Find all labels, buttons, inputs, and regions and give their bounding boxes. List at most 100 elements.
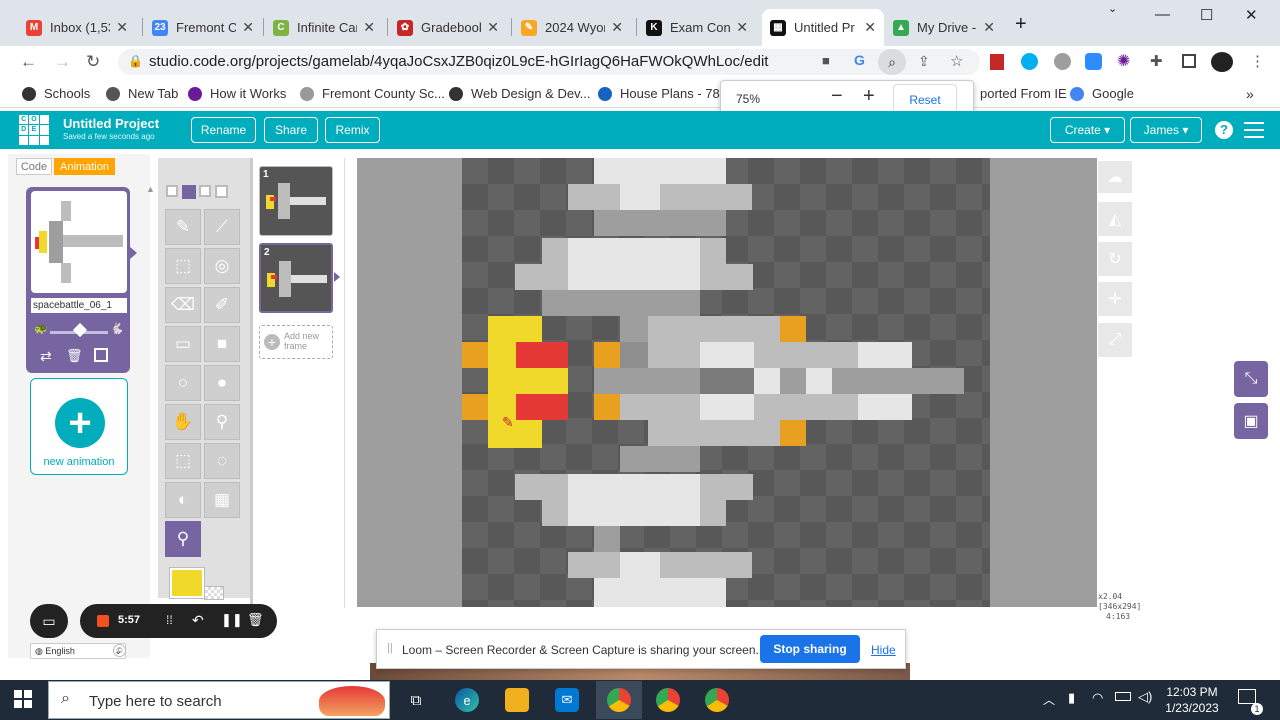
bookmark-5[interactable]: Web Design & Dev...	[449, 86, 590, 101]
color-wheel-icon[interactable]: ◐	[165, 482, 201, 518]
loom-pause-icon[interactable]: ❚❚	[221, 612, 243, 628]
tab-7[interactable]: ▦ Untitled Pr ✕	[762, 9, 884, 46]
microphone-icon[interactable]: ▮	[1068, 690, 1075, 706]
help-icon[interactable]: ?	[1215, 121, 1233, 139]
language-selector[interactable]: ◍ English ⌄	[30, 643, 126, 659]
tab-close-icon[interactable]: ✕	[983, 19, 995, 36]
tab-close-icon[interactable]: ✕	[864, 19, 876, 36]
tray-chevron-icon[interactable]: ︿	[1043, 691, 1055, 708]
camera-icon[interactable]: ■	[822, 53, 830, 68]
animation-mode-tab[interactable]: Animation	[54, 158, 115, 175]
wifi-icon[interactable]: ◠	[1092, 690, 1103, 706]
pencil-icon[interactable]: ✎	[165, 209, 201, 245]
remix-button[interactable]: Remix	[325, 117, 380, 143]
code-org-logo[interactable]: CODE	[19, 115, 49, 145]
copyright-icon[interactable]: ©	[113, 644, 126, 657]
brush-size-1[interactable]	[166, 185, 178, 197]
bookmark-star-icon[interactable]: ☆	[950, 52, 963, 70]
eyedropper-icon[interactable]: ⚲	[204, 404, 240, 440]
tab-close-icon[interactable]: ✕	[363, 19, 375, 36]
extension-star-icon[interactable]: ✺	[1117, 51, 1130, 71]
tab-search-icon[interactable]: ⌄	[1108, 2, 1117, 15]
maximize-icon[interactable]: ☐	[1200, 6, 1213, 24]
zoom-out-button[interactable]: −	[831, 85, 843, 108]
extension-chat-icon[interactable]	[1054, 53, 1071, 70]
tab-5[interactable]: ✎ 2024 Wyom ✕	[513, 9, 631, 46]
tab-close-icon[interactable]: ✕	[736, 19, 748, 36]
tab-close-icon[interactable]: ✕	[116, 19, 128, 36]
tab-3[interactable]: C Infinite Can ✕	[265, 9, 383, 46]
paint-bucket-icon[interactable]: ⬚	[165, 248, 201, 284]
line-icon[interactable]: ⟋	[204, 209, 240, 245]
animation-name-field[interactable]: spacebattle_06_1	[31, 298, 127, 313]
back-icon[interactable]: ←	[20, 52, 37, 72]
tab-close-icon[interactable]: ✕	[611, 19, 623, 36]
frame-1[interactable]: 1	[259, 166, 333, 236]
close-window-icon[interactable]: ✕	[1245, 6, 1258, 24]
hand-icon[interactable]: ✋	[165, 404, 201, 440]
brush-size-3[interactable]	[199, 185, 211, 197]
checker-icon[interactable]: ▦	[204, 482, 240, 518]
rect-select-icon[interactable]: ⬚	[165, 443, 201, 479]
google-lens-icon[interactable]: G	[854, 52, 865, 68]
chrome-profile-3-icon[interactable]	[705, 688, 729, 712]
tab-close-icon[interactable]: ✕	[487, 19, 499, 36]
share-button[interactable]: Share	[264, 117, 318, 143]
bookmarks-overflow-icon[interactable]: »	[1246, 86, 1254, 102]
code-mode-tab[interactable]: Code	[16, 158, 52, 175]
volume-icon[interactable]: ◁)	[1138, 689, 1152, 705]
brush-size-2[interactable]	[182, 185, 196, 199]
duplicate-animation-icon[interactable]	[94, 348, 108, 362]
eyedropper-active-icon[interactable]: ⚲	[165, 521, 201, 557]
fit-canvas-icon[interactable]: ⤢	[1098, 323, 1132, 357]
chrome-profile-2-icon[interactable]	[656, 688, 680, 712]
scroll-up-icon[interactable]: ▲	[146, 184, 155, 194]
user-menu-button[interactable]: James ▾	[1130, 117, 1202, 143]
hide-link[interactable]: Hide	[871, 643, 896, 657]
stop-sharing-button[interactable]: Stop sharing	[760, 635, 860, 663]
tab-close-icon[interactable]: ✕	[242, 19, 254, 36]
zoom-magnifier-icon[interactable]: ⌕	[878, 49, 906, 75]
edge-icon[interactable]: e	[455, 688, 479, 712]
bookmark-2[interactable]: New Tab	[106, 86, 178, 101]
spray-icon[interactable]: ◎	[204, 248, 240, 284]
side-panel-icon[interactable]	[1182, 54, 1196, 68]
share-page-icon[interactable]: ⇪	[918, 53, 930, 70]
image-library-icon[interactable]: ▣	[1234, 403, 1268, 439]
bookmark-3[interactable]: How it Works	[188, 86, 286, 101]
tab-6[interactable]: K Exam Confi ✕	[638, 9, 756, 46]
brush-size-4[interactable]	[215, 185, 228, 198]
rotate-icon[interactable]: ↻	[1098, 242, 1132, 276]
url-text[interactable]: studio.code.org/projects/gamelab/4yqaJoC…	[149, 53, 768, 70]
profile-avatar[interactable]	[1211, 52, 1233, 72]
banner-drag-icon[interactable]: ||	[387, 642, 393, 654]
battery-icon[interactable]	[1115, 692, 1131, 701]
ellipse-filled-icon[interactable]: ●	[204, 365, 240, 401]
tab-8[interactable]: ▲ My Drive - ✕	[885, 9, 1003, 46]
tab-2[interactable]: 23 Fremont Co ✕	[144, 9, 262, 46]
add-frame-button[interactable]: + Add new frame	[259, 325, 333, 359]
skype-extension-icon[interactable]	[1021, 53, 1038, 70]
task-view-icon[interactable]: ⧉	[404, 688, 428, 712]
stroke-color-swatch[interactable]	[204, 586, 224, 600]
create-menu-button[interactable]: Create ▾	[1050, 117, 1125, 143]
mail-icon[interactable]: ✉	[555, 688, 579, 712]
bookmark-7[interactable]: ported From IE	[958, 86, 1067, 101]
taskbar-clock[interactable]: 12:03 PM 1/23/2023	[1162, 684, 1222, 716]
loom-drag-icon[interactable]: ⁞⁞	[166, 613, 173, 627]
windows-start-icon[interactable]	[14, 690, 32, 708]
drawing-canvas[interactable]	[462, 158, 1008, 626]
loop-icon[interactable]: ⇄	[40, 348, 52, 365]
zoom-reset-button[interactable]: Reset	[893, 84, 957, 114]
fill-color-swatch[interactable]	[169, 567, 205, 599]
file-explorer-icon[interactable]	[505, 688, 529, 712]
extension-red-icon[interactable]	[990, 54, 1004, 70]
zoom-in-button[interactable]: +	[863, 85, 875, 108]
browser-menu-icon[interactable]: ⋮	[1250, 52, 1265, 70]
zoom-extension-icon[interactable]	[1085, 53, 1102, 70]
tab-4[interactable]: ✿ Gradebook ✕	[389, 9, 507, 46]
chrome-icon[interactable]	[607, 688, 631, 712]
loom-stop-icon[interactable]	[97, 615, 109, 627]
notifications-icon[interactable]	[1238, 689, 1256, 704]
hamburger-menu-icon[interactable]	[1244, 122, 1264, 138]
